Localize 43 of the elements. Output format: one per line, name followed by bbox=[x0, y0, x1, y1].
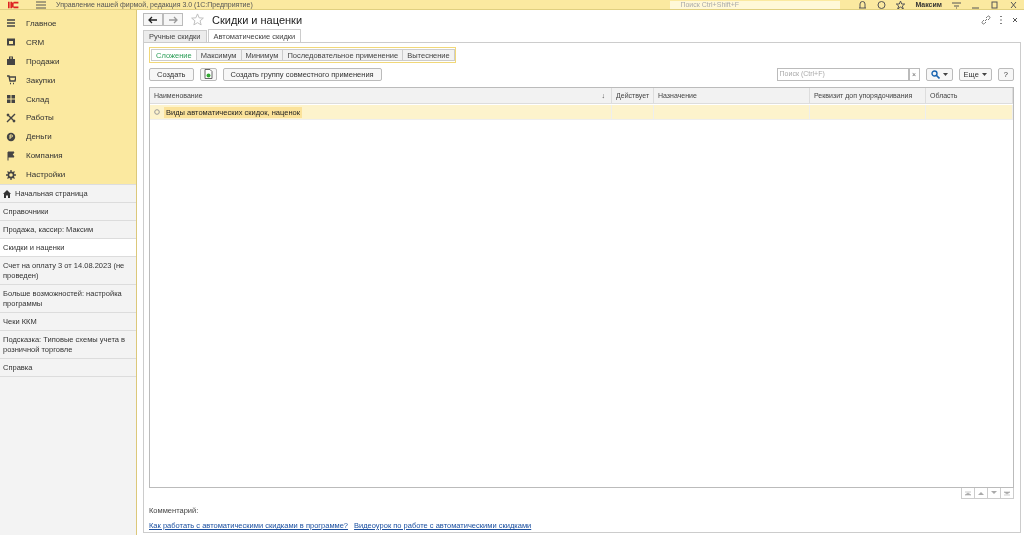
menu-icon bbox=[6, 18, 16, 29]
section-item[interactable]: Деньги bbox=[0, 127, 136, 147]
circle-icon bbox=[154, 109, 160, 115]
grid-icon bbox=[6, 94, 16, 104]
link-icon[interactable] bbox=[981, 14, 991, 25]
flag-icon bbox=[6, 150, 16, 161]
cart-icon bbox=[6, 75, 16, 86]
search-icon bbox=[930, 69, 940, 79]
close-icon[interactable] bbox=[1011, 15, 1019, 24]
close-icon[interactable] bbox=[1009, 0, 1018, 9]
scroll-bottom-button[interactable] bbox=[1000, 488, 1014, 499]
copy-button[interactable] bbox=[199, 67, 217, 81]
section-item[interactable]: Работы bbox=[0, 108, 136, 128]
back-button[interactable] bbox=[143, 13, 163, 26]
forward-arrow-icon bbox=[168, 15, 178, 24]
section-item[interactable]: CRM bbox=[0, 32, 136, 52]
up-icon bbox=[978, 491, 984, 495]
section-item[interactable]: Настройки bbox=[0, 165, 136, 184]
star-icon[interactable] bbox=[896, 0, 906, 9]
back-arrow-icon bbox=[148, 15, 158, 24]
document-icon bbox=[203, 69, 213, 79]
down-icon bbox=[991, 491, 997, 495]
section-item[interactable]: Склад bbox=[0, 89, 136, 109]
form-title: Скидки и наценки bbox=[212, 13, 303, 26]
more-icon[interactable] bbox=[999, 14, 1003, 25]
section-item[interactable]: Продажи bbox=[0, 51, 136, 71]
maximize-icon[interactable] bbox=[990, 0, 999, 9]
section-item[interactable]: Закупки bbox=[0, 70, 136, 90]
bell-icon[interactable] bbox=[858, 0, 868, 9]
card-icon bbox=[6, 37, 16, 48]
double-up-icon bbox=[965, 490, 971, 496]
section-item[interactable]: Компания bbox=[0, 146, 136, 166]
home-icon bbox=[3, 189, 11, 198]
tools-icon bbox=[6, 112, 16, 123]
double-down-icon bbox=[1004, 490, 1010, 496]
caret-icon bbox=[981, 72, 987, 76]
star-icon[interactable] bbox=[191, 13, 204, 26]
briefcase-icon bbox=[6, 56, 16, 67]
section-item[interactable]: Главное bbox=[0, 14, 136, 33]
search-button[interactable] bbox=[925, 67, 953, 81]
coin-icon bbox=[6, 131, 16, 142]
menu-icon[interactable] bbox=[36, 0, 46, 9]
caret-icon bbox=[942, 72, 948, 76]
